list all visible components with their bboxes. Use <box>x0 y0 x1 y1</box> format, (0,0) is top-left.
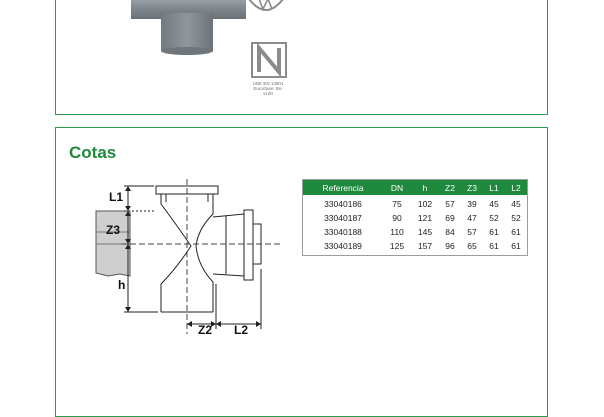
table-row: 33040189 125 157 96 65 61 61 <box>303 239 528 256</box>
dim-label-z2: Z2 <box>198 323 213 337</box>
table-row: 33040187 90 121 69 47 52 52 <box>303 211 528 225</box>
cell-referencia: 33040186 <box>324 199 362 209</box>
product-panel: N UNE EN 13801 Euroclase: Bs-s1d0 <box>55 0 548 115</box>
cell-z3: 39 <box>467 199 477 209</box>
n-certification-icon: N <box>251 42 287 78</box>
column-header-referencia: Referencia <box>302 179 383 195</box>
dim-label-l2: L2 <box>234 323 249 337</box>
dimensions-table: Referencia DN h Z2 Z3 L1 L2 33040186 75 … <box>302 179 528 256</box>
cell-z3: 65 <box>467 241 477 251</box>
column-header-l1: L1 <box>483 179 505 195</box>
table-row: 33040186 75 102 57 39 45 45 <box>303 195 528 211</box>
dimensions-panel: Cotas L1 Z3 h Z2 L2 Referencia DN h Z2 Z… <box>55 127 548 417</box>
section-title: Cotas <box>69 143 117 162</box>
product-photo <box>131 0 246 55</box>
cell-z3: 57 <box>467 227 477 237</box>
cell-dn: 125 <box>389 241 405 251</box>
dimension-diagram <box>95 179 281 334</box>
dim-label-l1: L1 <box>109 190 124 204</box>
cell-z2: 57 <box>445 199 455 209</box>
certification-reaction: Euroclase: Bs-s1d0 <box>253 86 283 96</box>
cell-h: 157 <box>417 241 433 251</box>
cell-l2: 45 <box>511 199 521 209</box>
cell-l1: 61 <box>489 227 499 237</box>
cell-l1: 45 <box>489 199 499 209</box>
cell-l1: 61 <box>489 241 499 251</box>
cell-z2: 84 <box>445 227 455 237</box>
quality-seal-icon <box>248 0 284 11</box>
cell-dn: 90 <box>392 213 402 223</box>
cell-z3: 47 <box>467 213 477 223</box>
cell-h: 102 <box>417 199 433 209</box>
cell-z2: 96 <box>445 241 455 251</box>
cell-referencia: 33040188 <box>324 227 362 237</box>
cell-l1: 52 <box>489 213 499 223</box>
column-header-dn: DN <box>383 179 411 195</box>
cell-referencia: 33040187 <box>324 213 362 223</box>
table-row: 33040188 110 145 84 57 61 61 <box>303 225 528 239</box>
table-header-row: Referencia DN h Z2 Z3 L1 L2 <box>302 179 528 195</box>
dim-label-h: h <box>118 278 126 292</box>
cell-referencia: 33040189 <box>324 241 362 251</box>
cell-h: 145 <box>417 227 433 237</box>
dim-label-z3: Z3 <box>106 223 121 237</box>
cell-l2: 52 <box>511 213 521 223</box>
column-header-z3: Z3 <box>461 179 483 195</box>
column-header-h: h <box>411 179 439 195</box>
cell-h: 121 <box>417 213 433 223</box>
cell-dn: 75 <box>392 199 402 209</box>
cell-z2: 69 <box>445 213 455 223</box>
cell-l2: 61 <box>511 241 521 251</box>
column-header-l2: L2 <box>505 179 528 195</box>
cell-dn: 110 <box>390 227 404 237</box>
column-header-z2: Z2 <box>439 179 461 195</box>
cell-l2: 61 <box>511 227 521 237</box>
